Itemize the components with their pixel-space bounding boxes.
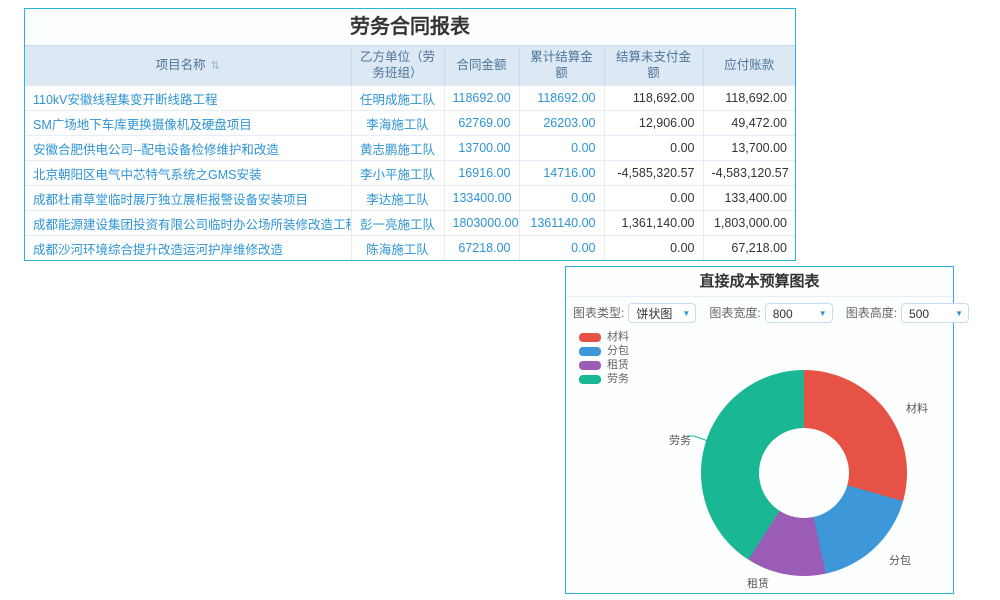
settled-unpaid-cell: 1,361,140.00 (604, 211, 703, 236)
chevron-down-icon: ▼ (682, 304, 690, 324)
column-header-accounts-payable: 应付账款 (703, 46, 795, 86)
contract-amount-cell: 67218.00 (444, 236, 519, 261)
accounts-payable-cell: 67,218.00 (703, 236, 795, 261)
party-b-unit-cell: 彭一亮施工队 (351, 211, 444, 236)
slice-label-labor: 劳务 (669, 432, 691, 448)
legend-swatch (579, 347, 601, 356)
chart-legend: 材料 分包 租赁 劳务 (579, 333, 629, 389)
project-name-link[interactable]: 北京朝阳区电气中芯特气系统之GMS安装 (25, 161, 351, 186)
accounts-payable-cell: 133,400.00 (703, 186, 795, 211)
project-name-link[interactable]: 110kV安徽线程集变开断线路工程 (25, 86, 351, 111)
column-header-contract-amount: 合同金额 (444, 46, 519, 86)
legend-swatch (579, 375, 601, 384)
party-b-unit-cell: 黄志鹏施工队 (351, 136, 444, 161)
chart-type-control: 图表类型: 饼状图 ▼ (573, 303, 696, 323)
slice-label-subcontract: 分包 (889, 552, 911, 568)
accounts-payable-cell: 49,472.00 (703, 111, 795, 136)
party-b-unit-cell: 李达施工队 (351, 186, 444, 211)
report-table-body: 110kV安徽线程集变开断线路工程任明成施工队118692.00118692.0… (25, 86, 795, 261)
sort-icon[interactable]: ⇅ (211, 60, 220, 74)
column-header-project-name[interactable]: 项目名称⇅ (25, 46, 351, 86)
slice-label-materials: 材料 (906, 400, 928, 416)
party-b-unit-cell: 任明成施工队 (351, 86, 444, 111)
project-name-link[interactable]: SM广场地下车库更换摄像机及硬盘项目 (25, 111, 351, 136)
table-row: 成都沙河环境综合提升改造运河护岸维修改造陈海施工队67218.000.000.0… (25, 236, 795, 261)
legend-item-materials[interactable]: 材料 (579, 333, 629, 342)
direct-cost-chart-panel: 直接成本预算图表 图表类型: 饼状图 ▼ 图表宽度: 800 ▼ 图表高度: 5 (565, 266, 954, 594)
donut-hole (759, 428, 849, 518)
pie-chart-area: 材料 分包 租赁 劳务 材料 分包 租赁 劳务 (566, 327, 953, 593)
report-title: 劳务合同报表 (25, 9, 795, 45)
settled-unpaid-cell: -4,585,320.57 (604, 161, 703, 186)
contract-amount-cell: 1803000.00 (444, 211, 519, 236)
column-header-settled-unpaid: 结算未支付金额 (604, 46, 703, 86)
table-row: 北京朝阳区电气中芯特气系统之GMS安装李小平施工队16916.0014716.0… (25, 161, 795, 186)
legend-item-subcontract[interactable]: 分包 (579, 347, 629, 356)
project-name-link[interactable]: 成都能源建设集团投资有限公司临时办公场所装修改造工程EPC (25, 211, 351, 236)
chart-controls: 图表类型: 饼状图 ▼ 图表宽度: 800 ▼ 图表高度: 500 ▼ (566, 297, 953, 328)
settled-unpaid-cell: 0.00 (604, 136, 703, 161)
column-header-cumulative-settled: 累计结算金额 (519, 46, 604, 86)
chart-type-value: 饼状图 (636, 307, 672, 321)
table-row: 安徽合肥供电公司--配电设备检修维护和改造黄志鹏施工队13700.000.000… (25, 136, 795, 161)
chart-title: 直接成本预算图表 (566, 267, 953, 297)
contract-amount-cell: 133400.00 (444, 186, 519, 211)
party-b-unit-cell: 陈海施工队 (351, 236, 444, 261)
report-table: 项目名称⇅ 乙方单位（劳务班组） 合同金额 累计结算金额 结算未支付金额 应付账… (25, 45, 795, 260)
chart-width-control: 图表宽度: 800 ▼ (709, 303, 832, 323)
chart-width-select[interactable]: 800 ▼ (765, 303, 833, 323)
cumulative-settled-cell: 26203.00 (519, 111, 604, 136)
slice-label-rental: 租赁 (747, 575, 769, 591)
cumulative-settled-cell: 1361140.00 (519, 211, 604, 236)
party-b-unit-cell: 李小平施工队 (351, 161, 444, 186)
page: 劳务合同报表 项目名称⇅ 乙方单位（劳务班组） 合同金额 累计结算金额 结算未支… (0, 0, 1000, 600)
donut-chart[interactable] (701, 370, 907, 576)
chevron-down-icon: ▼ (819, 304, 827, 324)
table-row: 成都能源建设集团投资有限公司临时办公场所装修改造工程EPC彭一亮施工队18030… (25, 211, 795, 236)
chart-height-control: 图表高度: 500 ▼ (846, 303, 969, 323)
chart-width-value: 800 (773, 307, 793, 321)
chevron-down-icon: ▼ (955, 304, 963, 324)
legend-item-labor[interactable]: 劳务 (579, 375, 629, 384)
cumulative-settled-cell: 118692.00 (519, 86, 604, 111)
legend-swatch (579, 333, 601, 342)
chart-height-value: 500 (909, 307, 929, 321)
contract-amount-cell: 62769.00 (444, 111, 519, 136)
table-row: SM广场地下车库更换摄像机及硬盘项目李海施工队62769.0026203.001… (25, 111, 795, 136)
chart-height-select[interactable]: 500 ▼ (901, 303, 969, 323)
project-name-link[interactable]: 成都沙河环境综合提升改造运河护岸维修改造 (25, 236, 351, 261)
cumulative-settled-cell: 0.00 (519, 236, 604, 261)
table-row: 110kV安徽线程集变开断线路工程任明成施工队118692.00118692.0… (25, 86, 795, 111)
party-b-unit-cell: 李海施工队 (351, 111, 444, 136)
accounts-payable-cell: -4,583,120.57 (703, 161, 795, 186)
project-name-link[interactable]: 成都杜甫草堂临时展厅独立展柜报警设备安装项目 (25, 186, 351, 211)
legend-swatch (579, 361, 601, 370)
accounts-payable-cell: 118,692.00 (703, 86, 795, 111)
table-header-row: 项目名称⇅ 乙方单位（劳务班组） 合同金额 累计结算金额 结算未支付金额 应付账… (25, 46, 795, 86)
cumulative-settled-cell: 0.00 (519, 136, 604, 161)
contract-amount-cell: 13700.00 (444, 136, 519, 161)
settled-unpaid-cell: 118,692.00 (604, 86, 703, 111)
labor-contract-report-panel: 劳务合同报表 项目名称⇅ 乙方单位（劳务班组） 合同金额 累计结算金额 结算未支… (24, 8, 796, 261)
cumulative-settled-cell: 0.00 (519, 186, 604, 211)
accounts-payable-cell: 13,700.00 (703, 136, 795, 161)
table-row: 成都杜甫草堂临时展厅独立展柜报警设备安装项目李达施工队133400.000.00… (25, 186, 795, 211)
cumulative-settled-cell: 14716.00 (519, 161, 604, 186)
settled-unpaid-cell: 0.00 (604, 186, 703, 211)
project-name-link[interactable]: 安徽合肥供电公司--配电设备检修维护和改造 (25, 136, 351, 161)
chart-width-label: 图表宽度: (709, 304, 760, 321)
chart-type-select[interactable]: 饼状图 ▼ (628, 303, 696, 323)
settled-unpaid-cell: 12,906.00 (604, 111, 703, 136)
accounts-payable-cell: 1,803,000.00 (703, 211, 795, 236)
chart-type-label: 图表类型: (573, 304, 624, 321)
legend-item-rental[interactable]: 租赁 (579, 361, 629, 370)
chart-height-label: 图表高度: (846, 304, 897, 321)
contract-amount-cell: 16916.00 (444, 161, 519, 186)
contract-amount-cell: 118692.00 (444, 86, 519, 111)
column-header-party-b-unit: 乙方单位（劳务班组） (351, 46, 444, 86)
settled-unpaid-cell: 0.00 (604, 236, 703, 261)
